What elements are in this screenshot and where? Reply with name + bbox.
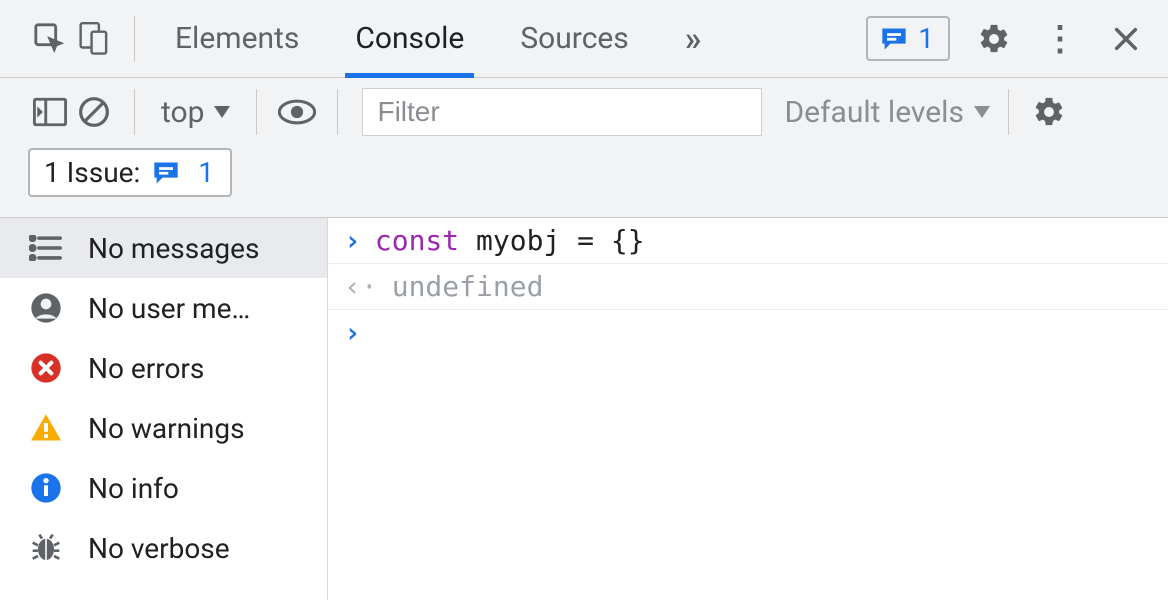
console-settings-icon[interactable] <box>1027 90 1071 134</box>
issues-summary-button[interactable]: 1 Issue: 1 <box>28 148 232 197</box>
code-rest: myobj = {} <box>459 224 644 257</box>
console-prompt[interactable]: › <box>328 310 1168 355</box>
filter-input[interactable] <box>362 88 762 136</box>
issues-badge-count: 1 <box>918 22 934 55</box>
issues-badge[interactable]: 1 <box>866 16 950 61</box>
separator <box>256 89 257 135</box>
separator <box>1008 89 1009 135</box>
sidebar-item-label: No warnings <box>88 412 313 445</box>
sidebar-item-errors[interactable]: No errors <box>0 338 327 398</box>
console-toolbar: top Default levels 1 Issue: <box>0 78 1168 217</box>
output-chevron-icon: ‹· <box>344 270 378 303</box>
settings-icon[interactable] <box>972 17 1016 61</box>
issues-label: 1 Issue: <box>44 156 140 189</box>
console-content: No messages No user me… No errors No war… <box>0 217 1168 600</box>
user-icon <box>24 292 68 324</box>
inspect-element-icon[interactable] <box>28 17 72 61</box>
info-icon <box>24 472 68 504</box>
execution-context-selector[interactable]: top <box>153 95 238 130</box>
console-output-text: undefined <box>392 270 544 303</box>
sidebar-item-info[interactable]: No info <box>0 458 327 518</box>
console-output-line: ‹· undefined <box>328 264 1168 310</box>
tab-sources[interactable]: Sources <box>516 0 632 77</box>
error-icon <box>24 352 68 384</box>
issues-count: 1 <box>198 156 214 189</box>
sidebar-item-label: No info <box>88 472 313 505</box>
warning-icon <box>24 413 68 443</box>
bug-icon <box>24 532 68 564</box>
input-chevron-icon: › <box>344 316 361 349</box>
message-icon <box>880 26 908 52</box>
sidebar-item-verbose[interactable]: No verbose <box>0 518 327 578</box>
sidebar-item-label: No verbose <box>88 532 313 565</box>
sidebar-item-label: No user me… <box>88 292 313 325</box>
toggle-sidebar-icon[interactable] <box>28 90 72 134</box>
separator <box>134 16 135 62</box>
sidebar-item-label: No errors <box>88 352 313 385</box>
sidebar-item-label: No messages <box>88 232 313 265</box>
close-icon[interactable] <box>1104 17 1148 61</box>
devtools-tabbar: Elements Console Sources » 1 ⋮ <box>0 0 1168 78</box>
console-input-line: › const myobj = {} <box>328 218 1168 264</box>
kebab-menu-icon[interactable]: ⋮ <box>1038 17 1082 61</box>
code-keyword: const <box>375 224 459 257</box>
input-chevron-icon: › <box>344 224 361 257</box>
log-levels-selector[interactable]: Default levels <box>784 95 989 130</box>
console-messages: › const myobj = {} ‹· undefined › <box>328 218 1168 600</box>
levels-label: Default levels <box>784 95 963 130</box>
console-sidebar: No messages No user me… No errors No war… <box>0 218 328 600</box>
list-icon <box>24 235 68 261</box>
tab-elements[interactable]: Elements <box>171 0 303 77</box>
sidebar-item-all-messages[interactable]: No messages <box>0 218 327 278</box>
separator <box>337 89 338 135</box>
live-expression-icon[interactable] <box>275 90 319 134</box>
separator <box>134 89 135 135</box>
message-icon <box>152 160 180 186</box>
tab-console[interactable]: Console <box>351 0 468 77</box>
chevron-down-icon <box>974 106 990 118</box>
sidebar-item-user-messages[interactable]: No user me… <box>0 278 327 338</box>
context-label: top <box>161 95 204 130</box>
device-toolbar-icon[interactable] <box>72 17 116 61</box>
tabs-overflow-icon[interactable]: » <box>681 0 706 77</box>
chevron-down-icon <box>214 106 230 118</box>
sidebar-item-warnings[interactable]: No warnings <box>0 398 327 458</box>
panel-tabs: Elements Console Sources » <box>171 0 866 77</box>
console-input-code: const myobj = {} <box>375 224 645 257</box>
clear-console-icon[interactable] <box>72 90 116 134</box>
